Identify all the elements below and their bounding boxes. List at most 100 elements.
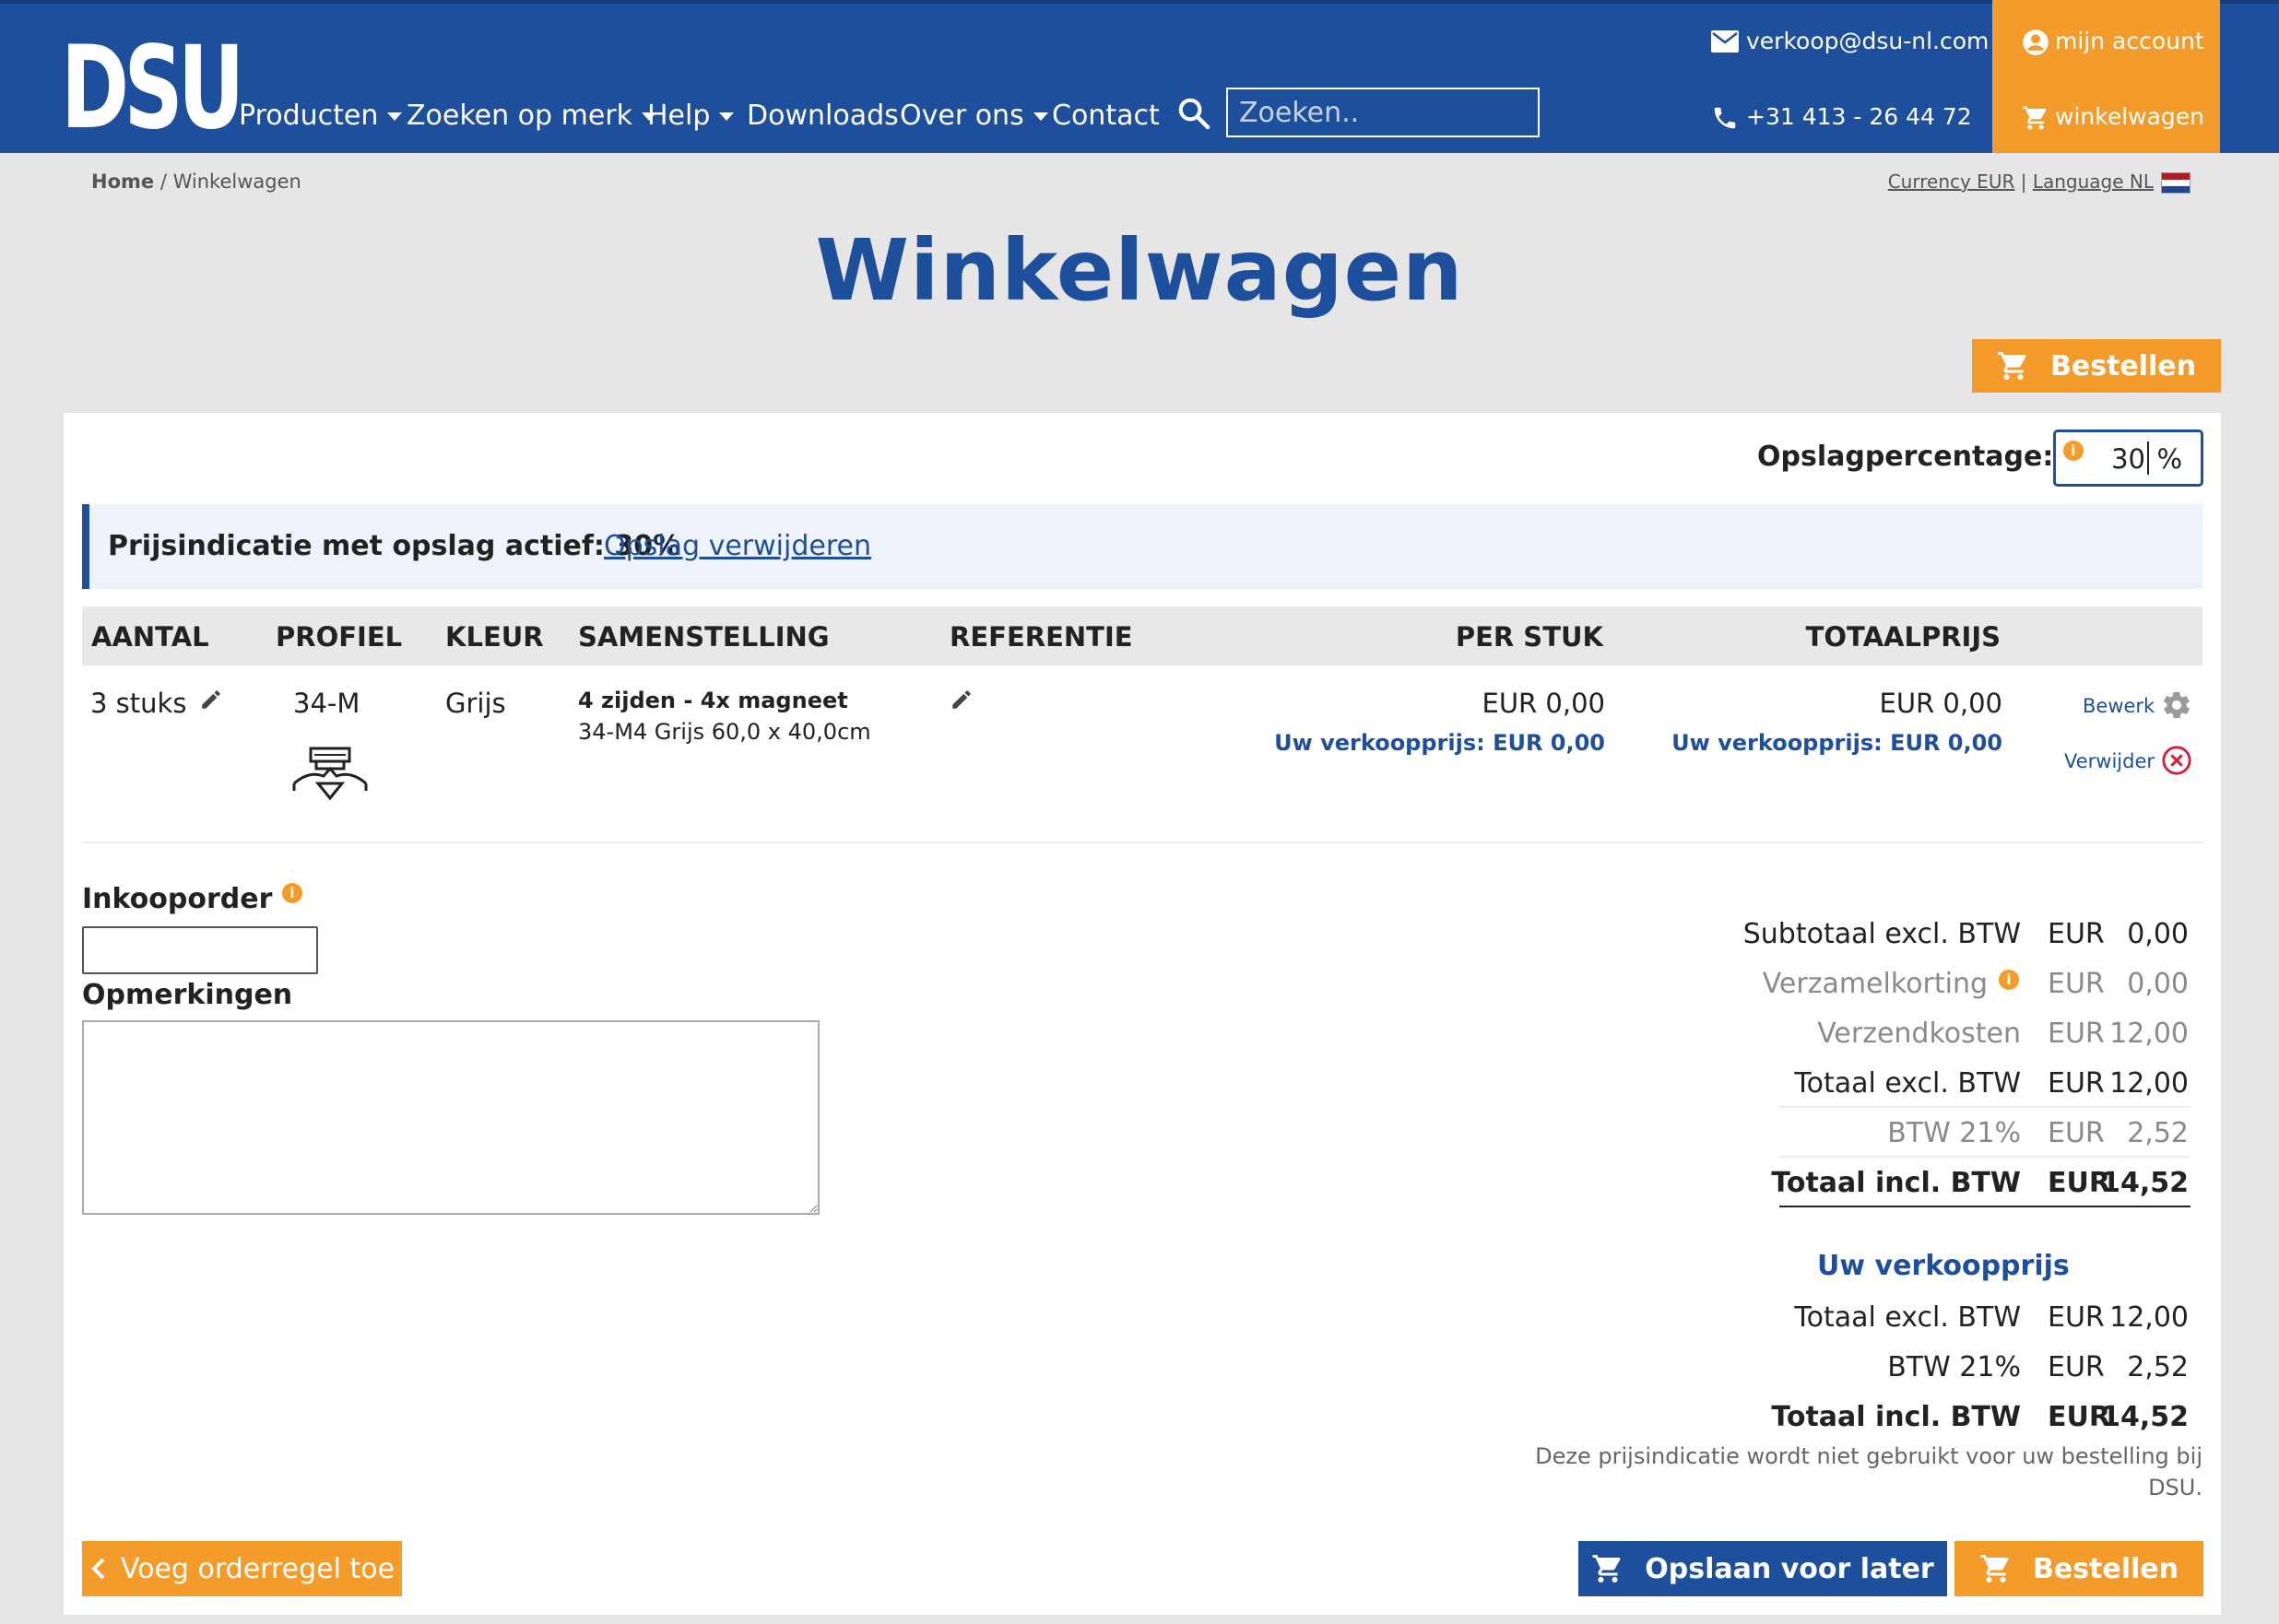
- chevron-down-icon: [387, 112, 403, 121]
- text-cursor: [2147, 441, 2149, 475]
- page-title: Winkelwagen: [815, 221, 1464, 320]
- markup-notice: Prijsindicatie met opslag actief: 30% Op…: [82, 504, 2202, 589]
- quantity-cell[interactable]: 3 stuks: [90, 688, 223, 719]
- total-excl-label: Totaal excl. BTW: [1794, 1067, 2021, 1100]
- notice-text: Prijsindicatie met opslag actief: 30%: [108, 530, 681, 562]
- info-icon[interactable]: i: [1999, 970, 2019, 990]
- nav-label: Over ons: [900, 100, 1024, 132]
- total-excl-value: 12,00: [2109, 1067, 2189, 1100]
- cart-label: winkelwagen: [2055, 103, 2205, 130]
- save-for-later-button[interactable]: Opslaan voor later: [1578, 1541, 1947, 1596]
- markup-unit: %: [2156, 443, 2182, 475]
- chevron-down-icon: [719, 112, 735, 121]
- cart-icon: [1592, 1555, 1621, 1583]
- markup-input[interactable]: 30 %: [2053, 430, 2203, 487]
- profile-cell: 34-M: [293, 688, 360, 719]
- remove-circle-icon[interactable]: [2161, 745, 2192, 776]
- top-navigation-bar: DSU Producten Zoeken op merk Help Downlo…: [0, 0, 2279, 153]
- markup-label: Opslagpercentage:: [1757, 441, 2054, 473]
- vat-currency: EUR: [2048, 1117, 2105, 1149]
- user-icon: [2023, 29, 2049, 55]
- nav-label: Downloads: [747, 100, 899, 132]
- po-input[interactable]: [82, 926, 318, 974]
- add-order-line-button[interactable]: Voeg orderregel toe: [82, 1541, 402, 1596]
- color-cell: Grijs: [445, 688, 506, 719]
- row-divider: [82, 841, 2202, 843]
- phone-link[interactable]: +31 413 - 26 44 72: [1746, 101, 1972, 133]
- sale-total-incl-label: Totaal incl. BTW: [1771, 1401, 2021, 1433]
- discount-value: 0,00: [2127, 968, 2189, 1000]
- composition-detail: 34-M4 Grijs 60,0 x 40,0cm: [578, 719, 871, 745]
- shipping-currency: EUR: [2048, 1018, 2105, 1050]
- nav-over-ons[interactable]: Over ons: [900, 98, 1048, 135]
- language-link[interactable]: Language NL: [2033, 171, 2154, 193]
- profile-drawing-icon: [292, 747, 368, 801]
- nav-help[interactable]: Help: [647, 98, 735, 135]
- top-border: [0, 0, 2279, 4]
- column-header-totaalprijs: TOTAALPRIJS: [1805, 621, 2001, 653]
- order-button-top[interactable]: Bestellen: [1972, 339, 2221, 393]
- dsu-logo[interactable]: DSU: [61, 31, 244, 146]
- cart-link[interactable]: winkelwagen: [2022, 101, 2204, 133]
- totals-divider: [1779, 1206, 2190, 1207]
- column-header-kleur: KLEUR: [445, 621, 544, 653]
- cart-icon: [2023, 106, 2047, 130]
- nav-zoeken-op-merk[interactable]: Zoeken op merk: [407, 98, 656, 135]
- nav-contact[interactable]: Contact: [1052, 98, 1160, 135]
- shipping-label: Verzendkosten: [1817, 1018, 2021, 1050]
- sale-total-excl-value: 12,00: [2109, 1301, 2189, 1334]
- breadcrumb-home[interactable]: Home: [91, 171, 154, 193]
- mail-icon: [1711, 30, 1739, 53]
- email-link[interactable]: verkoop@dsu-nl.com: [1746, 26, 1989, 57]
- po-label-group: Inkooporder i: [82, 883, 302, 915]
- totals-divider: [1779, 1156, 2190, 1158]
- markup-label-group: Opslagpercentage: i: [1757, 441, 2084, 473]
- total-excl-currency: EUR: [2048, 1067, 2105, 1100]
- nav-label: Zoeken op merk: [407, 100, 632, 132]
- account-label: mijn account: [2055, 28, 2204, 54]
- order-button-label: Bestellen: [2049, 349, 2197, 382]
- cart-icon: [1980, 1555, 2009, 1583]
- sale-total-incl-value: 14,52: [2101, 1401, 2189, 1433]
- price-each-sale: Uw verkoopprijs: EUR 0,00: [1274, 730, 1605, 756]
- markup-value: 30: [2111, 443, 2145, 475]
- nav-label: Producten: [239, 100, 379, 132]
- order-button-bottom[interactable]: Bestellen: [1954, 1541, 2203, 1596]
- remarks-textarea[interactable]: [82, 1020, 820, 1215]
- sale-vat-value: 2,52: [2127, 1351, 2189, 1383]
- sale-total-excl-currency: EUR: [2048, 1301, 2105, 1334]
- breadcrumb-current: Winkelwagen: [172, 171, 301, 193]
- total-incl-label: Totaal incl. BTW: [1771, 1167, 2021, 1199]
- remove-row-link[interactable]: Verwijder: [2064, 750, 2155, 772]
- locale-switcher: Currency EUR | Language NL: [1888, 171, 2190, 194]
- total-price: EUR 0,00: [1879, 688, 2003, 719]
- subtotal-value: 0,00: [2127, 918, 2189, 950]
- nav-producten[interactable]: Producten: [239, 98, 403, 135]
- save-for-later-label: Opslaan voor later: [1645, 1552, 1934, 1585]
- edit-row-link[interactable]: Bewerk: [2083, 695, 2155, 717]
- sale-vat-currency: EUR: [2048, 1351, 2105, 1383]
- pencil-icon[interactable]: [950, 688, 974, 712]
- nav-downloads[interactable]: Downloads: [747, 98, 899, 135]
- cart-card: [64, 413, 2221, 1615]
- info-icon[interactable]: i: [281, 883, 302, 903]
- chevron-down-icon: [1033, 112, 1048, 121]
- gear-icon[interactable]: [2161, 689, 2192, 721]
- shipping-value: 12,00: [2109, 1018, 2189, 1050]
- search-input[interactable]: [1226, 88, 1540, 137]
- search-icon[interactable]: [1176, 96, 1211, 131]
- remove-markup-link[interactable]: Opslag verwijderen: [604, 530, 871, 562]
- account-link[interactable]: mijn account: [2022, 26, 2204, 57]
- netherlands-flag-icon[interactable]: [2161, 172, 2190, 194]
- pencil-icon[interactable]: [199, 688, 223, 712]
- breadcrumb: Home / Winkelwagen: [91, 171, 301, 193]
- add-order-line-label: Voeg orderregel toe: [120, 1552, 396, 1585]
- price-disclaimer: Deze prijsindicatie wordt niet gebruikt …: [1535, 1443, 2202, 1500]
- currency-link[interactable]: Currency EUR: [1888, 171, 2015, 193]
- phone-icon: [1714, 107, 1736, 129]
- order-button-label: Bestellen: [2032, 1552, 2179, 1585]
- subtotal-label: Subtotaal excl. BTW: [1742, 918, 2021, 950]
- nav-label: Help: [647, 100, 711, 132]
- column-header-aantal: AANTAL: [91, 621, 209, 653]
- column-header-profiel: PROFIEL: [276, 621, 403, 653]
